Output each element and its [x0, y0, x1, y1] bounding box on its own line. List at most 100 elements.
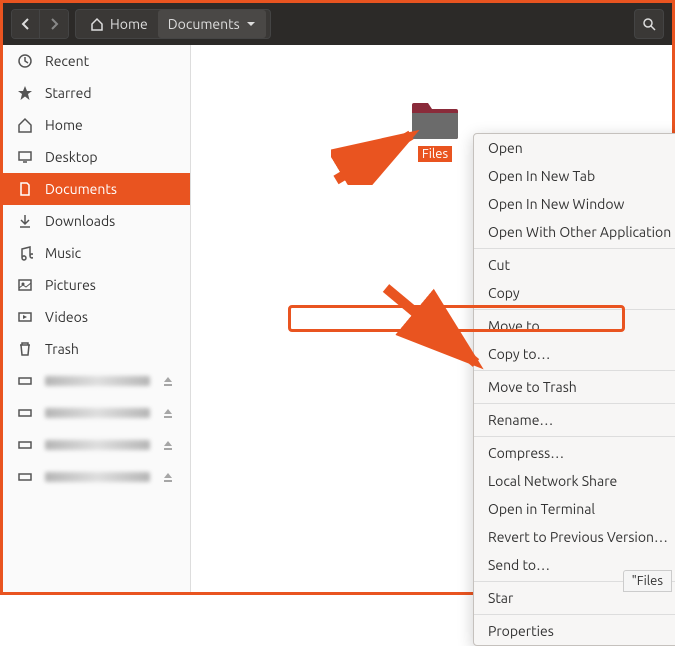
menu-item-move-to-trash[interactable]: Move to TrashDelete	[474, 373, 675, 401]
back-button[interactable]	[12, 10, 40, 38]
clock-icon	[17, 53, 33, 69]
sidebar-item-downloads[interactable]: Downloads	[3, 205, 190, 237]
sidebar-item-recent[interactable]: Recent	[3, 45, 190, 77]
sidebar-item-label: Documents	[45, 181, 176, 197]
chevron-left-icon	[21, 18, 31, 30]
home-icon	[90, 17, 104, 31]
menu-item-label: Open	[488, 140, 523, 156]
desktop-icon	[17, 149, 33, 165]
drive-label-blurred	[45, 408, 150, 418]
menu-item-cut[interactable]: CutCtrl+X	[474, 251, 675, 279]
menu-item-open-in-terminal[interactable]: Open in Terminal	[474, 495, 675, 523]
eject-icon[interactable]	[162, 439, 176, 451]
sidebar-item-label: Downloads	[45, 213, 176, 229]
folder-icon	[410, 99, 460, 141]
menu-item-open-in-new-tab[interactable]: Open In New TabCtrl+Return	[474, 162, 675, 190]
chevron-right-icon	[49, 18, 59, 30]
sidebar-item-starred[interactable]: Starred	[3, 77, 190, 109]
menu-separator	[474, 436, 675, 437]
menu-item-revert-to-previous-version[interactable]: Revert to Previous Version…	[474, 523, 675, 551]
search-button[interactable]	[634, 9, 664, 39]
sidebar-item-documents[interactable]: Documents	[3, 173, 190, 205]
drive-icon	[17, 373, 33, 389]
sidebar-item-drive[interactable]	[3, 461, 190, 493]
sidebar-item-videos[interactable]: Videos	[3, 301, 190, 333]
drive-label-blurred	[45, 376, 150, 386]
chevron-down-icon	[246, 21, 256, 27]
sidebar-item-drive[interactable]	[3, 429, 190, 461]
menu-item-label: Revert to Previous Version…	[488, 529, 668, 545]
menu-item-label: Send to…	[488, 557, 550, 573]
drive-icon	[17, 405, 33, 421]
menu-item-label: Open With Other Application	[488, 224, 671, 240]
sidebar-item-label: Trash	[45, 341, 176, 357]
sidebar-item-label: Videos	[45, 309, 176, 325]
menu-item-open-with-other-application[interactable]: Open With Other Application	[474, 218, 675, 246]
sidebar-item-label: Pictures	[45, 277, 176, 293]
menu-item-copy[interactable]: CopyCtrl+C	[474, 279, 675, 307]
breadcrumb-documents[interactable]: Documents	[158, 10, 266, 38]
pictures-icon	[17, 277, 33, 293]
menu-item-label: Compress…	[488, 445, 564, 461]
menu-item-label: Copy to…	[488, 346, 550, 362]
eject-icon[interactable]	[162, 375, 176, 387]
videos-icon	[17, 309, 33, 325]
menu-separator	[474, 370, 675, 371]
menu-item-label: Copy	[488, 285, 520, 301]
documents-icon	[17, 181, 33, 197]
breadcrumb: Home Documents	[75, 9, 271, 39]
nav-buttons	[11, 9, 69, 39]
menu-item-copy-to[interactable]: Copy to…	[474, 340, 675, 368]
star-icon	[17, 85, 33, 101]
sidebar-item-label: Starred	[45, 85, 176, 101]
menu-separator	[474, 614, 675, 615]
menu-item-label: Open in Terminal	[488, 501, 595, 517]
menu-item-open[interactable]: OpenReturn	[474, 134, 675, 162]
menu-item-compress[interactable]: Compress…	[474, 439, 675, 467]
toolbar: Home Documents	[3, 3, 672, 45]
forward-button[interactable]	[40, 10, 68, 38]
drive-label-blurred	[45, 440, 150, 450]
folder-item[interactable]: Files	[410, 99, 460, 162]
eject-icon[interactable]	[162, 407, 176, 419]
sidebar-item-trash[interactable]: Trash	[3, 333, 190, 365]
sidebar-item-music[interactable]: Music	[3, 237, 190, 269]
menu-separator	[474, 403, 675, 404]
music-icon	[17, 245, 33, 261]
menu-item-label: Open In New Tab	[488, 168, 595, 184]
sidebar-item-home[interactable]: Home	[3, 109, 190, 141]
menu-item-label: Move to…	[488, 318, 554, 334]
home-icon	[17, 117, 33, 133]
menu-item-label: Open In New Window	[488, 196, 624, 212]
menu-separator	[474, 248, 675, 249]
sidebar-item-drive[interactable]	[3, 365, 190, 397]
folder-label: Files	[418, 146, 452, 162]
menu-item-properties[interactable]: PropertiesCtrl+I	[474, 617, 675, 645]
downloads-icon	[17, 213, 33, 229]
menu-item-move-to[interactable]: Move to…	[474, 312, 675, 340]
breadcrumb-documents-label: Documents	[168, 16, 240, 32]
breadcrumb-home[interactable]: Home	[80, 10, 158, 38]
menu-separator	[474, 309, 675, 310]
sidebar-item-label: Home	[45, 117, 176, 133]
sidebar-item-pictures[interactable]: Pictures	[3, 269, 190, 301]
menu-item-local-network-share[interactable]: Local Network Share	[474, 467, 675, 495]
menu-item-rename[interactable]: Rename…F2	[474, 406, 675, 434]
drive-label-blurred	[45, 472, 150, 482]
sidebar-item-label: Recent	[45, 53, 176, 69]
menu-item-label: Rename…	[488, 412, 553, 428]
status-bar: "Files	[623, 570, 672, 592]
menu-item-open-in-new-window[interactable]: Open In New WindowShift+Return	[474, 190, 675, 218]
menu-item-label: Move to Trash	[488, 379, 577, 395]
sidebar-item-desktop[interactable]: Desktop	[3, 141, 190, 173]
eject-icon[interactable]	[162, 471, 176, 483]
sidebar-item-label: Desktop	[45, 149, 176, 165]
sidebar: Recent Starred Home Desktop Documents Do…	[3, 45, 191, 592]
sidebar-item-drive[interactable]	[3, 397, 190, 429]
menu-item-label: Cut	[488, 257, 510, 273]
drive-icon	[17, 437, 33, 453]
content-area[interactable]: Files OpenReturnOpen In New TabCtrl+Retu…	[191, 45, 672, 592]
menu-item-label: Star	[488, 590, 513, 606]
breadcrumb-home-label: Home	[110, 16, 148, 32]
search-icon	[642, 17, 656, 31]
